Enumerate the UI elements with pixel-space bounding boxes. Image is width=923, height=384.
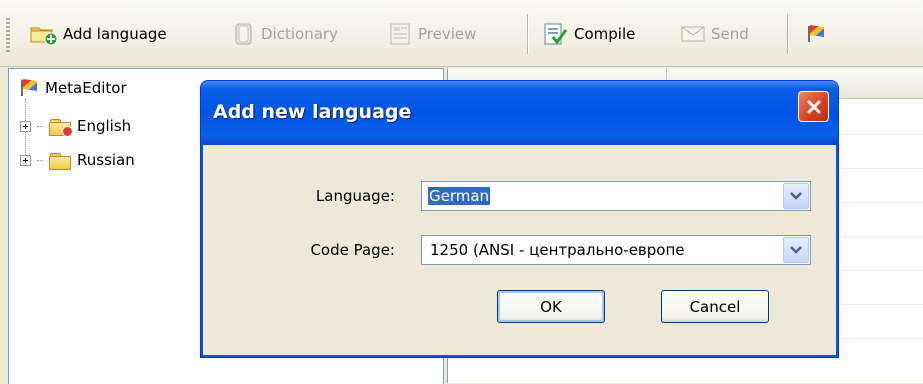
tree-root[interactable]: MetaEditor (19, 79, 127, 97)
tree-item-english[interactable]: English (20, 117, 132, 137)
dropdown-button[interactable] (783, 183, 809, 209)
tree-item-russian[interactable]: Russian (20, 151, 135, 170)
dialog-body: Language: German Code Page: 1250 (ANSI -… (205, 145, 834, 353)
chevron-down-icon (790, 192, 802, 200)
add-language-label: Add language (63, 25, 167, 43)
add-language-dialog: Add new language Language: German Code P… (200, 80, 839, 358)
flag-icon (19, 79, 39, 97)
flag-icon (806, 25, 826, 43)
compile-label: Compile (574, 25, 636, 43)
tree-root-label: MetaEditor (45, 79, 127, 97)
cancel-button[interactable]: Cancel (661, 290, 769, 323)
code-page-value: 1250 (ANSI - центрально-европе (430, 241, 685, 259)
add-language-button[interactable]: Add language (30, 18, 167, 50)
language-select[interactable]: German (421, 181, 811, 211)
expand-icon[interactable] (20, 120, 31, 132)
language-value: German (428, 187, 491, 205)
preview-label: Preview (418, 25, 477, 43)
folder-icon (49, 118, 73, 137)
toolbar-separator (527, 14, 528, 54)
send-button[interactable]: Send (680, 18, 749, 50)
preview-icon (389, 22, 413, 46)
dictionary-button[interactable]: Dictionary (232, 18, 338, 50)
preview-button[interactable]: Preview (389, 18, 476, 50)
language-flag-button[interactable] (806, 18, 826, 50)
code-page-label: Code Page: (310, 241, 395, 259)
tree-item-label: English (77, 117, 132, 135)
dictionary-label: Dictionary (261, 25, 338, 43)
dropdown-button[interactable] (783, 237, 809, 263)
close-button[interactable] (798, 91, 829, 122)
book-icon (232, 22, 256, 46)
code-page-select[interactable]: 1250 (ANSI - центрально-европе (421, 235, 811, 265)
compile-icon (543, 22, 569, 46)
cancel-label: Cancel (689, 297, 741, 316)
close-icon (807, 100, 820, 113)
toolbar-grip[interactable] (6, 18, 10, 52)
dialog-title: Add new language (213, 101, 412, 123)
ok-label: OK (540, 297, 562, 316)
toolbar-separator (787, 14, 788, 54)
chevron-down-icon (790, 246, 802, 254)
compile-button[interactable]: Compile (543, 18, 635, 50)
expand-icon[interactable] (20, 154, 31, 166)
envelope-icon (680, 23, 706, 45)
language-label: Language: (315, 187, 395, 205)
toolbar: Add language Dictionary Preview Compile … (0, 0, 923, 67)
folder-icon (49, 152, 71, 170)
add-folder-icon (30, 23, 58, 46)
ok-button[interactable]: OK (497, 290, 605, 323)
tree-item-label: Russian (77, 151, 135, 169)
send-label: Send (711, 25, 749, 43)
dialog-titlebar[interactable]: Add new language (201, 81, 838, 145)
